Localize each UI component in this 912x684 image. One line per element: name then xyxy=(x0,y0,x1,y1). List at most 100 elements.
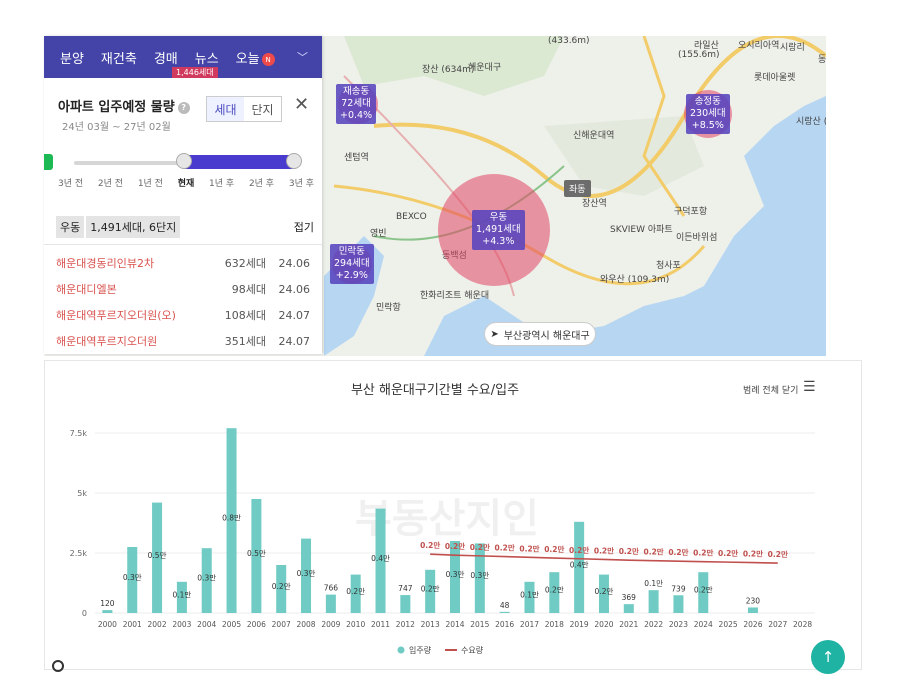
nav-item-news[interactable]: 뉴스 xyxy=(195,48,219,67)
map-place-label: 민락항 xyxy=(376,303,401,313)
tick-1y-ago[interactable]: 1년 전 xyxy=(138,176,163,189)
supply-demand-chart: 부동산지인 부산 해운대구기간별 수요/입주 범례 전체 닫기 ☰ 0 2.5k 5… xyxy=(44,360,862,670)
line-data-label: 0.2만 xyxy=(619,546,639,556)
nav-item-reconstruction[interactable]: 재건축 xyxy=(101,48,137,67)
toggle-households[interactable]: 세대 xyxy=(207,97,244,121)
help-icon[interactable]: ? xyxy=(177,101,190,114)
legend-label-supply: 입주량 xyxy=(409,645,432,655)
ghost-label: 1,446세대 xyxy=(172,67,218,78)
apartment-row[interactable]: 해운대역푸르지오더원 351세대 24.07 xyxy=(56,332,310,350)
line-data-label: 0.2만 xyxy=(768,549,788,559)
tick-2y-later[interactable]: 2년 후 xyxy=(249,176,274,189)
line-data-label: 0.2만 xyxy=(743,549,763,559)
y-tick-label: 5k xyxy=(77,489,87,498)
supply-panel: 분양 재건축 경매 뉴스 오늘 N ﹀ 1,446세대 아파트 입주예정 물량? … xyxy=(44,36,322,354)
dong-marker[interactable]: 우동 1,491세대 +4.3% xyxy=(472,210,525,250)
apartment-units: 108세대 xyxy=(224,309,266,322)
map-place-label: 해운대구 xyxy=(468,63,502,73)
unit-toggle: 세대 단지 xyxy=(206,96,282,122)
apartment-units: 351세대 xyxy=(224,335,266,348)
map-place-label: 한화리조트 해운대 xyxy=(420,291,490,301)
map-place-label: 시랑산 (81.8m) xyxy=(796,117,826,127)
x-tick-label: 2022 xyxy=(644,620,663,629)
apartment-row[interactable]: 해운대역푸르지오더원(오) 108세대 24.07 xyxy=(56,306,310,324)
nav-item-presale[interactable]: 분양 xyxy=(60,48,84,67)
bar-data-label: 0.3만 xyxy=(297,569,316,578)
location-chip[interactable]: ➤ 부산광역시 해운대구 xyxy=(484,322,596,346)
bar-2016 xyxy=(499,611,510,613)
tick-1y-later[interactable]: 1년 후 xyxy=(209,176,234,189)
side-tab[interactable] xyxy=(44,154,53,170)
dong-marker[interactable]: 송정동 230세대 +8.5% xyxy=(686,94,730,134)
dong-marker-units: 230세대 xyxy=(690,108,726,119)
x-tick-label: 2015 xyxy=(470,620,489,629)
map-place-label: 신해운대역 xyxy=(573,131,615,141)
bar-2009 xyxy=(325,594,336,613)
apartment-units: 632세대 xyxy=(224,257,266,270)
y-tick-label: 7.5k xyxy=(70,429,88,438)
x-tick-label: 2006 xyxy=(247,620,266,629)
line-data-label: 0.2만 xyxy=(495,543,515,553)
line-data-label: 0.2만 xyxy=(668,547,688,557)
x-tick-label: 2017 xyxy=(520,620,539,629)
tick-3y-later[interactable]: 3년 후 xyxy=(289,176,314,189)
x-tick-label: 2025 xyxy=(719,620,738,629)
line-data-label: 0.2만 xyxy=(519,543,539,553)
bar-data-label: 0.2만 xyxy=(545,586,564,595)
dong-marker-pct: +0.4% xyxy=(340,110,373,121)
dong-marker-name: 송정동 xyxy=(694,96,721,107)
x-tick-label: 2002 xyxy=(148,620,167,629)
dong-marker[interactable]: 재송동 72세대 +0.4% xyxy=(336,84,377,124)
map-place-label: (433.6m) xyxy=(548,36,590,46)
line-data-label: 0.2만 xyxy=(470,542,490,552)
slider-handle-end[interactable] xyxy=(286,153,302,169)
bar-data-label: 0.2만 xyxy=(421,584,440,593)
bar-data-label: 0.3만 xyxy=(470,571,489,580)
close-icon[interactable]: ✕ xyxy=(294,94,309,115)
tick-3y-ago[interactable]: 3년 전 xyxy=(58,176,83,189)
nav-item-auction[interactable]: 경매 xyxy=(154,48,178,67)
dong-marker-pct: +8.5% xyxy=(691,120,724,131)
chevron-down-icon[interactable]: ﹀ xyxy=(297,49,308,65)
apartment-name: 해운대역푸르지오더원 xyxy=(56,335,158,348)
tick-now[interactable]: 현재 xyxy=(178,176,195,189)
map-place-label: 동암 xyxy=(818,55,826,65)
circle-icon xyxy=(52,660,64,672)
scroll-top-button[interactable]: ↑ xyxy=(811,640,845,674)
x-tick-label: 2026 xyxy=(743,620,762,629)
nav-item-today[interactable]: 오늘 N xyxy=(236,48,275,67)
bar-data-label: 0.1만 xyxy=(520,590,539,599)
legend-label-demand: 수요량 xyxy=(461,645,484,655)
x-tick-label: 2014 xyxy=(445,620,464,629)
map-place-label: 장산역 xyxy=(582,199,607,209)
toggle-complexes[interactable]: 단지 xyxy=(244,97,281,121)
x-tick-label: 2005 xyxy=(222,620,241,629)
dong-marker-units: 1,491세대 xyxy=(476,224,521,235)
line-data-label: 0.2만 xyxy=(420,540,440,550)
tick-2y-ago[interactable]: 2년 전 xyxy=(98,176,123,189)
bar-data-label: 0.3만 xyxy=(197,574,216,583)
map-place-label: SKVIEW 아파트 xyxy=(610,225,673,235)
map-place-label: 라일산 xyxy=(694,41,719,51)
apartment-row[interactable]: 해운대디엘본 98세대 24.06 xyxy=(56,280,310,298)
map-place-label: 시랑리 xyxy=(780,43,805,53)
dong-marker[interactable]: 민락동 294세대 +2.9% xyxy=(330,244,374,284)
map-place-label: 영빈 xyxy=(370,229,387,239)
slider-handle-start[interactable] xyxy=(176,153,192,169)
bar-data-label: 0.1만 xyxy=(644,579,663,588)
apartment-row[interactable]: 해운대경동리인뷰2차 632세대 24.06 xyxy=(56,254,310,272)
x-tick-label: 2018 xyxy=(545,620,564,629)
fold-button[interactable]: 접기 xyxy=(294,219,314,235)
map-place-label: BEXCO xyxy=(396,212,427,222)
divider xyxy=(44,244,322,245)
x-tick-label: 2012 xyxy=(396,620,415,629)
y-tick-label: 0 xyxy=(82,609,87,618)
x-tick-label: 2013 xyxy=(421,620,440,629)
apartment-date: 24.07 xyxy=(278,334,311,348)
bar-data-label: 0.4만 xyxy=(371,554,390,563)
apartment-date: 24.06 xyxy=(278,256,311,270)
bar-data-label: 0.8만 xyxy=(222,514,241,523)
bar-data-label: 0.1만 xyxy=(172,590,191,599)
x-tick-label: 2003 xyxy=(172,620,191,629)
area-chip[interactable]: 좌동 xyxy=(564,180,591,197)
